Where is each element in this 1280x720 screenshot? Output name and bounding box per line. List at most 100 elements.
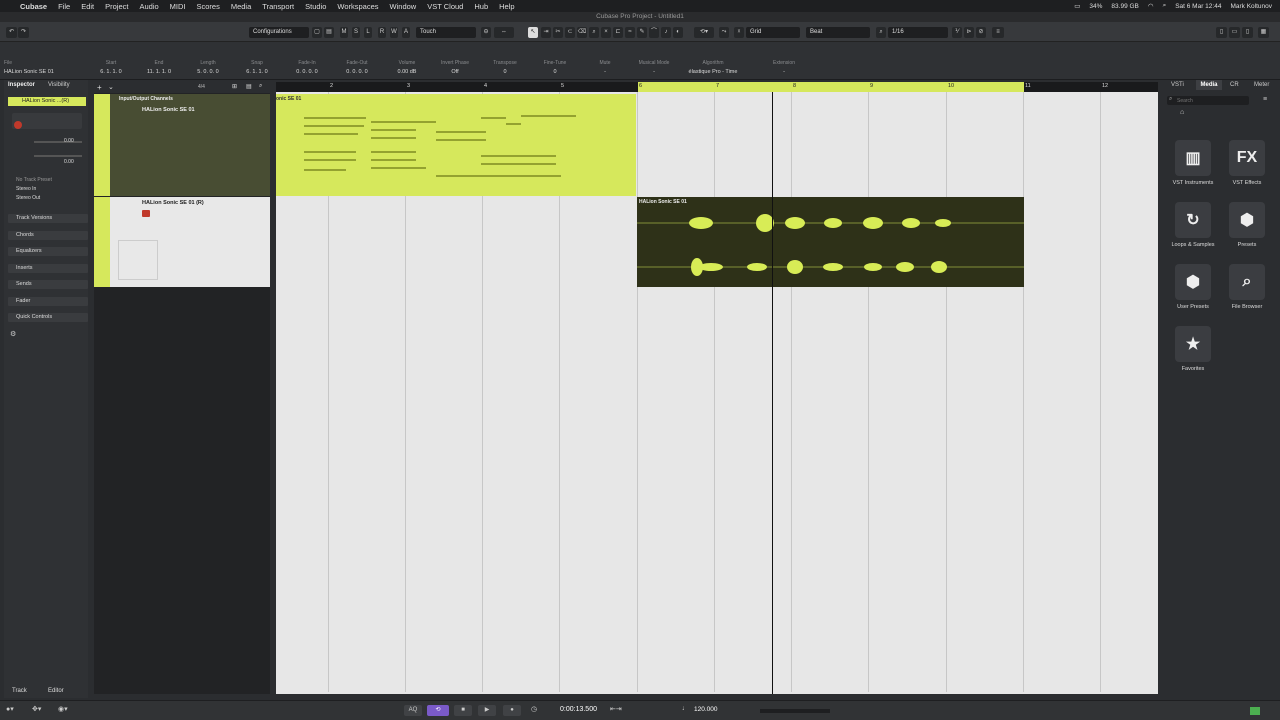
object-select-tool-icon[interactable]: ↖ — [528, 27, 538, 38]
info-start-value[interactable]: 6. 1. 1. 0 — [96, 69, 126, 75]
quantize-reset-icon[interactable]: ⊘ — [976, 27, 986, 38]
zoom-tool-icon[interactable]: ⌕ — [589, 27, 599, 38]
section-fader[interactable]: Fader — [8, 297, 88, 306]
mute-tool-icon[interactable]: × — [601, 27, 611, 38]
menu-file[interactable]: File — [58, 2, 70, 11]
range-tool-icon[interactable]: ⇥ — [541, 27, 551, 38]
track-search-icon[interactable]: ⌕ — [259, 83, 262, 90]
menu-workspaces[interactable]: Workspaces — [337, 2, 378, 11]
audio-event[interactable]: HALion Sonic SE 01 — [637, 197, 1024, 287]
quantize-select[interactable]: 1/16 — [888, 27, 948, 38]
track-preset-field[interactable]: No Track Preset — [16, 177, 52, 183]
track-menu-chevron-icon[interactable]: ⌄ — [108, 83, 114, 91]
section-inserts[interactable]: Inserts — [8, 264, 88, 273]
tab-vsti[interactable]: VSTi — [1171, 82, 1184, 88]
menu-project[interactable]: Project — [105, 2, 128, 11]
autoscroll-icon[interactable]: ⊖ — [481, 27, 491, 38]
section-equalizers[interactable]: Equalizers — [8, 247, 88, 256]
tab-editor[interactable]: Editor — [48, 688, 64, 694]
metronome-options-icon[interactable]: ◉▾ — [58, 705, 68, 713]
cycle-button[interactable]: ⟲ — [427, 705, 449, 716]
menu-scores[interactable]: Scores — [197, 2, 220, 11]
settings-gear-icon[interactable]: ⚙ — [10, 330, 16, 338]
grid-type-select[interactable]: Grid — [746, 27, 800, 38]
write-global-button[interactable]: W — [390, 27, 398, 38]
edit-mode-icon[interactable]: ⇔ — [494, 27, 514, 38]
record-enable-button[interactable] — [14, 121, 22, 129]
battery-icon[interactable]: ▭ — [1074, 2, 1080, 10]
info-event-name[interactable]: HALion Sonic SE 01 — [4, 69, 84, 75]
tab-cr[interactable]: CR — [1230, 82, 1239, 88]
menu-midi[interactable]: MIDI — [170, 2, 186, 11]
tempo-track-icon[interactable]: ♩ — [682, 705, 689, 712]
time-display[interactable]: 0:00:13.500 — [560, 706, 597, 713]
show-lower-zone-icon[interactable]: ▭ — [1229, 27, 1240, 38]
quantize-icon[interactable]: ⌕ — [876, 27, 886, 38]
show-left-zone-icon[interactable]: ▯ — [1216, 27, 1227, 38]
erase-tool-icon[interactable]: ⌫ — [577, 27, 587, 38]
info-musical-mode-value[interactable]: - — [634, 69, 674, 75]
stop-button[interactable]: ■ — [454, 705, 472, 716]
show-right-zone-icon[interactable]: ▯ — [1242, 27, 1253, 38]
audio-track-name[interactable]: HALion Sonic SE 01 (R) — [142, 200, 204, 206]
menu-vst-cloud[interactable]: VST Cloud — [427, 2, 463, 11]
time-format-icon[interactable]: ◷ — [531, 705, 537, 713]
constrain-icon[interactable]: ▢ — [312, 27, 322, 38]
performance-meter[interactable] — [1250, 707, 1260, 715]
solo-global-button[interactable]: S — [352, 27, 360, 38]
audio-quantize-button[interactable]: AQ — [404, 705, 422, 716]
info-fadeout-value[interactable]: 0. 0. 0. 0 — [342, 69, 372, 75]
redo-icon[interactable]: ↷ — [18, 27, 29, 38]
tab-visibility[interactable]: Visibility — [48, 82, 70, 88]
snap-toggle-icon[interactable]: ⤳ — [719, 27, 729, 38]
listen-global-button[interactable]: L — [364, 27, 372, 38]
tab-track[interactable]: Track — [12, 688, 27, 694]
section-sends[interactable]: Sends — [8, 280, 88, 289]
menu-studio[interactable]: Studio — [305, 2, 326, 11]
tempo-display[interactable]: 120.000 — [694, 706, 718, 713]
time-signature[interactable]: 4/4 — [198, 84, 205, 90]
section-quick-controls[interactable]: Quick Controls — [8, 313, 88, 322]
media-presets[interactable]: ⬢ Presets — [1219, 202, 1275, 248]
iterative-quantize-icon[interactable]: ⅟ — [952, 27, 962, 38]
track-list-options-icon[interactable]: ▤ — [246, 83, 252, 90]
info-snap-value[interactable]: 6. 1. 1. 0 — [242, 69, 272, 75]
pan-value[interactable]: 0.00 — [64, 159, 74, 165]
media-loops-samples[interactable]: ↻ Loops & Samples — [1165, 202, 1221, 248]
glue-tool-icon[interactable]: ⊂ — [565, 27, 575, 38]
punch-icons[interactable]: ⇤⇥ — [610, 705, 622, 713]
wifi-icon[interactable]: ◠ — [1148, 2, 1154, 10]
play-button[interactable]: ▶ — [478, 705, 496, 716]
folder-track-name[interactable]: Input/Output Channels — [119, 96, 173, 102]
menu-hub[interactable]: Hub — [474, 2, 488, 11]
media-vst-instruments[interactable]: ▥ VST Instruments — [1165, 140, 1221, 186]
setup-window-layout-icon[interactable]: ▦ — [1258, 27, 1269, 38]
info-mute-value[interactable]: - — [588, 69, 622, 75]
media-user-presets[interactable]: ⬢ User Presets — [1165, 264, 1221, 310]
track-header-midi[interactable]: Input/Output Channels HALion Sonic SE 01 — [94, 94, 270, 196]
add-track-icon[interactable]: + — [97, 83, 102, 92]
nudge-icon[interactable]: ⟲▾ — [694, 27, 714, 38]
timewarp-tool-icon[interactable]: ≈ — [625, 27, 635, 38]
snap-type-select[interactable]: Beat — [806, 27, 870, 38]
quantize-panel-icon[interactable]: ≡ — [992, 27, 1004, 38]
quantize-apply-icon[interactable]: ⊳ — [964, 27, 974, 38]
date-time[interactable]: Sat 6 Mar 12:44 — [1175, 3, 1221, 10]
user-name[interactable]: Mark Koltunov — [1230, 3, 1272, 10]
media-search-input[interactable] — [1167, 96, 1249, 105]
grid-toggle-icon[interactable]: ☓ — [734, 27, 744, 38]
settings-icon[interactable]: ●▾ — [6, 705, 14, 713]
tab-meter[interactable]: Meter — [1254, 82, 1269, 88]
auto-global-button[interactable]: A — [402, 27, 410, 38]
line-tool-icon[interactable]: ⌒ — [649, 27, 659, 38]
loop-range-locator[interactable] — [638, 82, 1024, 92]
window-layout-icon[interactable]: ▤ — [324, 27, 334, 38]
menu-help[interactable]: Help — [499, 2, 514, 11]
color-tool-icon[interactable]: ◐ — [673, 27, 683, 38]
info-volume-value[interactable]: 0.00 dB — [390, 69, 424, 75]
info-fadein-value[interactable]: 0. 0. 0. 0 — [292, 69, 322, 75]
input-routing[interactable]: Stereo In — [16, 186, 36, 192]
section-track-versions[interactable]: Track Versions — [8, 214, 88, 223]
volume-fader[interactable] — [34, 141, 82, 143]
mute-global-button[interactable]: M — [340, 27, 348, 38]
